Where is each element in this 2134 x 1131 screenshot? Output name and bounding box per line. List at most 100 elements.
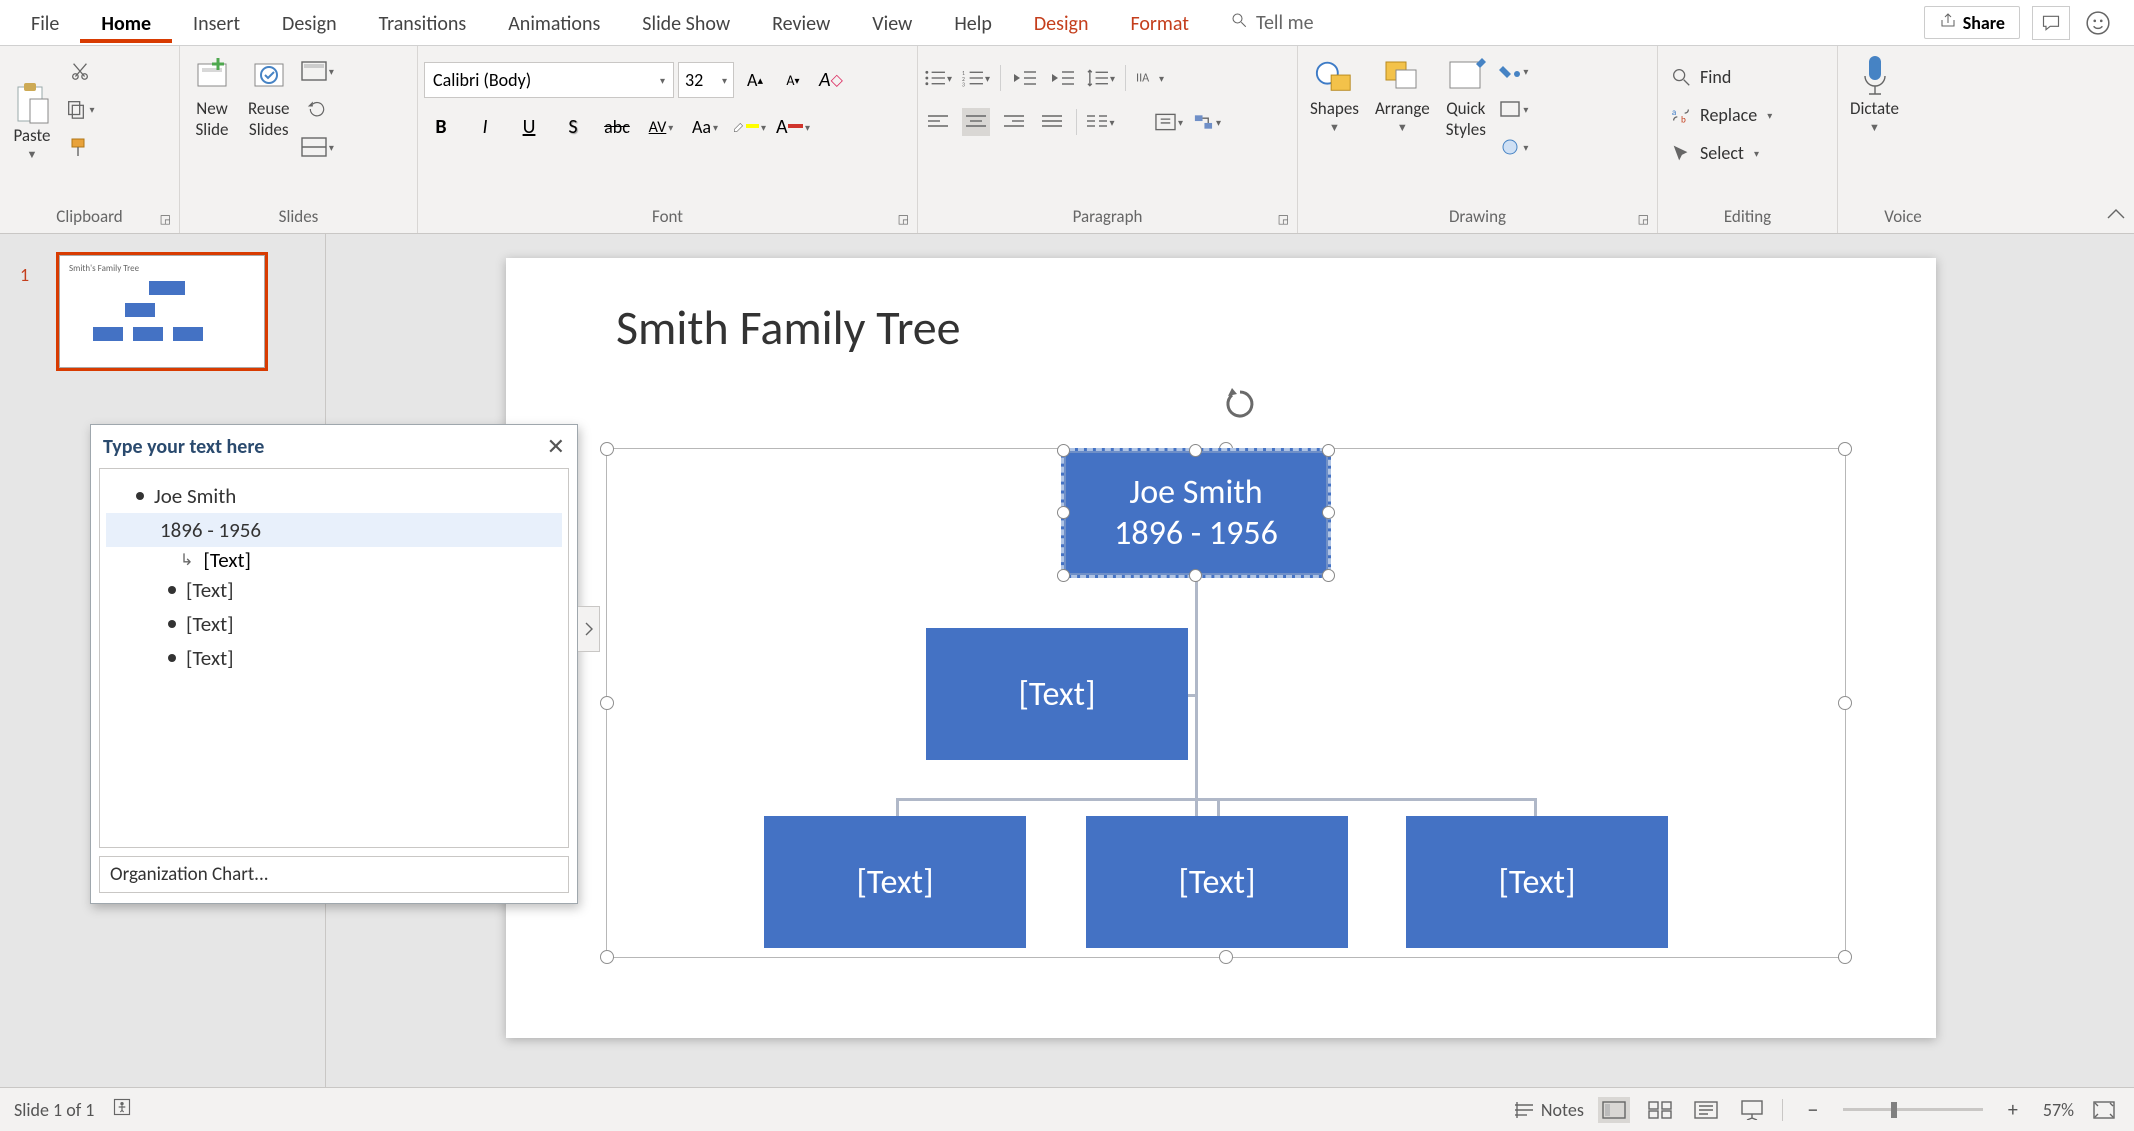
- resize-handle[interactable]: [600, 696, 614, 710]
- text-pane-item[interactable]: [Text]: [186, 645, 234, 671]
- copy-button[interactable]: ▾: [62, 94, 98, 124]
- resize-handle[interactable]: [600, 442, 614, 456]
- tab-help[interactable]: Help: [933, 3, 1013, 43]
- tab-file[interactable]: File: [10, 3, 80, 43]
- rotate-handle-icon[interactable]: [1224, 388, 1256, 420]
- zoom-slider-thumb[interactable]: [1891, 1102, 1897, 1118]
- dialog-launcher-icon[interactable]: ◲: [160, 212, 171, 227]
- quick-styles-button[interactable]: Quick Styles: [1440, 52, 1492, 144]
- section-button[interactable]: ▾: [299, 132, 335, 162]
- align-right-button[interactable]: [1000, 108, 1028, 136]
- zoom-slider[interactable]: [1843, 1108, 1983, 1111]
- shape-fill-button[interactable]: ▾: [1496, 56, 1532, 86]
- text-pane-item[interactable]: [Text]: [203, 547, 251, 573]
- highlight-color-button[interactable]: ▾: [732, 110, 766, 144]
- layout-button[interactable]: ▾: [299, 56, 335, 86]
- org-node-root[interactable]: Joe Smith 1896 - 1956: [1061, 448, 1331, 578]
- resize-handle[interactable]: [1322, 569, 1335, 582]
- resize-handle[interactable]: [600, 950, 614, 964]
- clear-formatting-button[interactable]: A◇: [814, 63, 848, 97]
- text-pane-item[interactable]: [Text]: [186, 611, 234, 637]
- org-node-child-3[interactable]: [Text]: [1406, 816, 1668, 948]
- resize-handle[interactable]: [1057, 569, 1070, 582]
- close-button[interactable]: ✕: [547, 433, 565, 460]
- resize-handle[interactable]: [1057, 506, 1070, 519]
- tab-slideshow[interactable]: Slide Show: [621, 3, 751, 43]
- convert-smartart-button[interactable]: ▾: [1193, 108, 1221, 136]
- notes-button[interactable]: Notes: [1513, 1099, 1584, 1121]
- slide[interactable]: Smith Family Tree Joe S: [506, 258, 1936, 1038]
- tell-me-search[interactable]: Tell me: [1210, 11, 1924, 35]
- slideshow-view-button[interactable]: [1736, 1097, 1768, 1123]
- shapes-button[interactable]: Shapes▼: [1304, 52, 1365, 138]
- tab-transitions[interactable]: Transitions: [358, 3, 488, 43]
- resize-handle[interactable]: [1838, 950, 1852, 964]
- org-node-assistant[interactable]: [Text]: [926, 628, 1188, 760]
- font-color-button[interactable]: A▾: [776, 110, 810, 144]
- zoom-in-button[interactable]: +: [1997, 1097, 2029, 1123]
- dialog-launcher-icon[interactable]: ◲: [1638, 212, 1649, 227]
- increase-font-size-button[interactable]: A▴: [738, 63, 772, 97]
- line-spacing-button[interactable]: ▾: [1087, 64, 1115, 92]
- shape-effects-button[interactable]: ▾: [1496, 132, 1532, 162]
- underline-button[interactable]: U: [512, 110, 546, 144]
- text-pane-footer[interactable]: Organization Chart...: [99, 856, 569, 893]
- find-button[interactable]: Find: [1664, 58, 1737, 96]
- tab-home[interactable]: Home: [80, 3, 172, 43]
- select-button[interactable]: Select▾: [1664, 134, 1765, 172]
- slide-sorter-view-button[interactable]: [1644, 1097, 1676, 1123]
- slide-title[interactable]: Smith Family Tree: [616, 298, 961, 357]
- increase-indent-button[interactable]: [1049, 64, 1077, 92]
- font-size-combo[interactable]: 32▾: [678, 62, 734, 98]
- tab-smartart-design[interactable]: Design: [1013, 3, 1110, 43]
- resize-handle[interactable]: [1838, 442, 1852, 456]
- align-text-button[interactable]: ▾: [1155, 108, 1183, 136]
- slide-canvas-area[interactable]: Smith Family Tree Joe S: [326, 234, 2134, 1087]
- tab-smartart-format[interactable]: Format: [1109, 3, 1210, 43]
- dialog-launcher-icon[interactable]: ◲: [898, 212, 909, 227]
- resize-handle[interactable]: [1189, 569, 1202, 582]
- org-node-child-2[interactable]: [Text]: [1086, 816, 1348, 948]
- shadow-button[interactable]: S: [556, 110, 590, 144]
- text-pane-item[interactable]: [Text]: [186, 577, 234, 603]
- change-case-button[interactable]: Aa▾: [688, 110, 722, 144]
- text-pane-toggle[interactable]: [578, 606, 600, 652]
- org-node-child-1[interactable]: [Text]: [764, 816, 1026, 948]
- smartart-text-pane[interactable]: Type your text here ✕ Joe Smith 1896 - 1…: [90, 424, 578, 904]
- justify-button[interactable]: [1038, 108, 1066, 136]
- resize-handle[interactable]: [1219, 950, 1233, 964]
- fit-to-window-button[interactable]: [2088, 1097, 2120, 1123]
- italic-button[interactable]: I: [468, 110, 502, 144]
- text-pane-item[interactable]: 1896 - 1956: [160, 517, 261, 543]
- align-center-button[interactable]: [962, 108, 990, 136]
- align-left-button[interactable]: [924, 108, 952, 136]
- tab-design[interactable]: Design: [261, 3, 358, 43]
- cut-button[interactable]: [62, 56, 98, 86]
- tab-view[interactable]: View: [851, 3, 933, 43]
- text-direction-button[interactable]: IIA▾: [1136, 64, 1164, 92]
- accessibility-checker-button[interactable]: [112, 1097, 132, 1122]
- reuse-slides-button[interactable]: Reuse Slides: [242, 52, 295, 144]
- numbering-button[interactable]: 123▾: [962, 64, 990, 92]
- share-button[interactable]: Share: [1924, 6, 2020, 39]
- dictate-button[interactable]: Dictate▼: [1844, 52, 1905, 138]
- arrange-button[interactable]: Arrange▼: [1369, 52, 1436, 138]
- reset-button[interactable]: [299, 94, 335, 124]
- strikethrough-button[interactable]: abc: [600, 110, 634, 144]
- resize-handle[interactable]: [1322, 506, 1335, 519]
- font-name-combo[interactable]: Calibri (Body)▾: [424, 62, 674, 98]
- decrease-indent-button[interactable]: [1011, 64, 1039, 92]
- tab-review[interactable]: Review: [751, 3, 851, 43]
- char-spacing-button[interactable]: AV▾: [644, 110, 678, 144]
- dialog-launcher-icon[interactable]: ◲: [1278, 212, 1289, 227]
- text-pane-item[interactable]: Joe Smith: [154, 483, 236, 509]
- text-pane-body[interactable]: Joe Smith 1896 - 1956 ↳[Text] [Text] [Te…: [99, 468, 569, 848]
- collapse-ribbon-button[interactable]: [2106, 208, 2126, 227]
- resize-handle[interactable]: [1057, 444, 1070, 457]
- bold-button[interactable]: B: [424, 110, 458, 144]
- normal-view-button[interactable]: [1598, 1097, 1630, 1123]
- comments-button[interactable]: [2032, 6, 2070, 40]
- format-painter-button[interactable]: [62, 132, 98, 162]
- decrease-font-size-button[interactable]: A▾: [776, 63, 810, 97]
- columns-button[interactable]: ▾: [1087, 108, 1115, 136]
